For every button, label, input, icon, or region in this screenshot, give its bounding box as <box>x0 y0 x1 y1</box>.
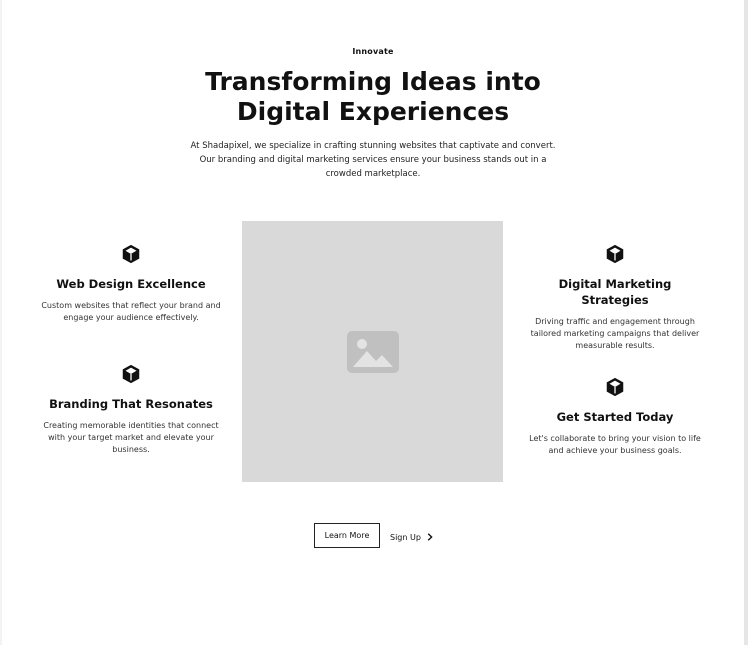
feature-digital-marketing: Digital Marketing Strategies Driving tra… <box>525 243 705 352</box>
cube-icon <box>606 244 624 264</box>
feature-branding: Branding That Resonates Creating memorab… <box>41 363 221 456</box>
feature-title: Web Design Excellence <box>56 277 206 291</box>
feature-text: Driving traffic and engagement through t… <box>530 317 700 350</box>
section-tagline: Innovate <box>352 47 394 56</box>
feature-get-started: Get Started Today Let's collaborate to b… <box>525 376 705 457</box>
feature-text: Custom websites that reflect your brand … <box>41 301 221 322</box>
feature-title: Digital Marketing Strategies <box>558 277 672 307</box>
intro-text: At Shadapixel, we specialize in crafting… <box>190 141 556 179</box>
image-icon <box>346 330 399 373</box>
sign-up-label: Sign Up <box>390 532 421 542</box>
chevron-right-icon <box>427 533 433 541</box>
learn-more-button[interactable]: Learn More <box>314 523 380 548</box>
feature-title: Branding That Resonates <box>49 397 213 411</box>
scrollbar-track <box>744 0 748 645</box>
cube-icon <box>606 377 624 397</box>
page: Innovate Transforming Ideas into Digital… <box>2 0 744 645</box>
image-placeholder <box>242 221 503 482</box>
feature-title: Get Started Today <box>556 410 674 424</box>
sign-up-button[interactable]: Sign Up <box>390 525 433 549</box>
cube-icon <box>122 244 140 264</box>
feature-web-design: Web Design Excellence Custom websites th… <box>41 243 221 324</box>
feature-text: Creating memorable identities that conne… <box>43 421 219 454</box>
cube-icon <box>122 364 140 384</box>
page-title: Transforming Ideas into Digital Experien… <box>205 67 541 126</box>
feature-text: Let's collaborate to bring your vision t… <box>529 434 701 455</box>
